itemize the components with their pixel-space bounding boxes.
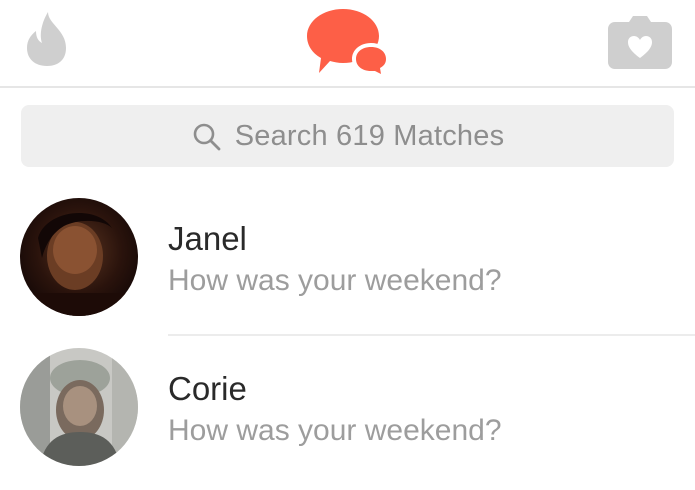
search-icon [193,123,221,150]
last-message: How was your weekend? [168,264,502,297]
search-matches-field[interactable]: Search 619 Matches [21,105,674,167]
last-message: How was your weekend? [168,414,502,447]
avatar [20,198,138,316]
match-name: Janel [168,220,247,257]
avatar [20,348,138,466]
top-navigation-bar [0,0,695,86]
match-row-corie[interactable]: Corie How was your weekend? [0,340,695,490]
match-row-janel[interactable]: Janel How was your weekend? [0,190,695,340]
flame-icon[interactable] [22,10,72,68]
row-divider [168,334,695,336]
moments-camera-icon[interactable] [607,14,673,70]
messages-icon[interactable] [305,5,391,79]
match-name: Corie [168,370,247,407]
header-divider [0,86,695,88]
search-placeholder: Search 619 Matches [234,119,505,152]
